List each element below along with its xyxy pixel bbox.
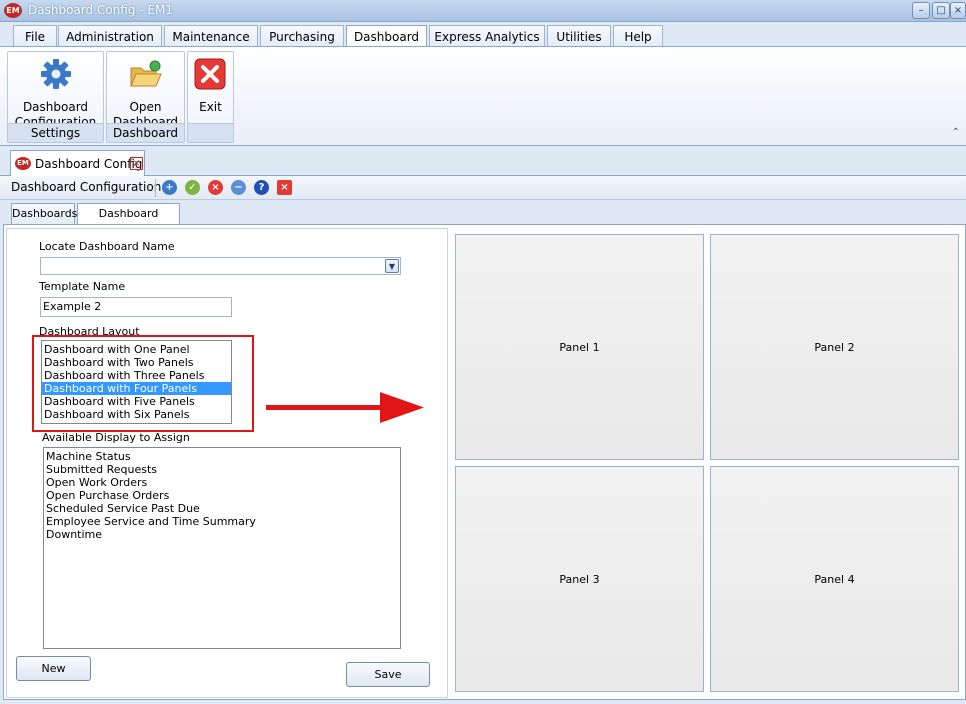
template-name-label: Template Name xyxy=(39,280,126,293)
tab-maintenance[interactable]: Maintenance xyxy=(164,25,258,47)
exit-label: Exit xyxy=(199,100,222,114)
available-display-label: Available Display to Assign xyxy=(42,431,190,444)
ribbon-group-dashboard: Open Dashboard Dashboard xyxy=(106,51,185,143)
ribbon-group-label xyxy=(188,123,233,142)
cancel-icon[interactable]: × xyxy=(208,180,223,195)
panel-label: Panel 4 xyxy=(814,572,855,586)
available-item[interactable]: Submitted Requests xyxy=(44,463,400,476)
tab-file[interactable]: File xyxy=(13,25,57,47)
annotation-highlight-box xyxy=(32,335,254,432)
ribbon-group-settings: Dashboard Configuration Settings xyxy=(7,51,104,143)
new-button[interactable]: New xyxy=(16,656,91,681)
available-item[interactable]: Open Purchase Orders xyxy=(44,489,400,502)
annotation-arrow-icon xyxy=(266,392,424,423)
toolbar: Dashboard Configuration: + ✓ × − ? × xyxy=(0,176,966,200)
dashboard-configuration-button[interactable]: Dashboard Configuration xyxy=(8,54,103,129)
app-logo-icon: EM xyxy=(4,3,22,18)
ribbon: Dashboard Configuration Settings Open Da… xyxy=(0,46,966,146)
preview-panel-2[interactable]: Panel 2 xyxy=(710,234,959,460)
exit-x-icon xyxy=(194,58,226,90)
tab-express-analytics[interactable]: Express Analytics xyxy=(429,25,545,47)
open-dashboard-button[interactable]: Open Dashboard xyxy=(107,54,184,129)
locate-dashboard-label: Locate Dashboard Name xyxy=(39,240,175,253)
tab-purchasing[interactable]: Purchasing xyxy=(260,25,344,47)
ribbon-group-exit: Exit xyxy=(187,51,234,143)
locate-dashboard-combobox[interactable]: ▼ xyxy=(40,257,401,275)
tab-help[interactable]: Help xyxy=(613,25,663,47)
help-icon[interactable]: ? xyxy=(254,180,269,195)
add-icon[interactable]: + xyxy=(162,180,177,195)
panel-label: Panel 2 xyxy=(814,340,855,354)
open-dashboard-line1: Open xyxy=(129,100,162,114)
close-tab-icon[interactable]: × xyxy=(130,157,143,170)
exit-button[interactable]: Exit xyxy=(188,54,233,124)
ribbon-group-label: Settings xyxy=(8,123,103,142)
open-folder-icon xyxy=(130,60,162,87)
tab-dashboard[interactable]: Dashboard xyxy=(346,25,427,48)
ribbon-group-label: Dashboard xyxy=(107,123,184,142)
minimize-icon[interactable]: – xyxy=(912,2,930,19)
available-item[interactable]: Machine Status xyxy=(44,450,400,463)
panel-label: Panel 3 xyxy=(559,572,600,586)
preview-panel-1[interactable]: Panel 1 xyxy=(455,234,704,460)
template-name-input[interactable]: Example 2 xyxy=(40,297,232,317)
toolbar-label: Dashboard Configuration: xyxy=(11,180,166,194)
tab-dashboards[interactable]: Dashboards xyxy=(11,203,77,224)
menu-bar: File Administration Maintenance Purchasi… xyxy=(0,22,966,48)
tab-utilities[interactable]: Utilities xyxy=(547,25,611,47)
maximize-icon[interactable]: □ xyxy=(932,2,950,19)
app-logo-icon: EM xyxy=(15,157,31,170)
preview-panel-3[interactable]: Panel 3 xyxy=(455,466,704,692)
document-tabs: EM Dashboard Config × xyxy=(0,147,966,176)
available-item[interactable]: Scheduled Service Past Due xyxy=(44,502,400,515)
dashboard-configuration-line1: Dashboard xyxy=(22,100,89,114)
tab-dashboard-settings[interactable]: Dashboard Settings xyxy=(77,203,180,240)
panel-label: Panel 1 xyxy=(559,340,600,354)
preview-panel-4[interactable]: Panel 4 xyxy=(710,466,959,692)
available-item[interactable]: Downtime xyxy=(44,528,400,541)
window-title: Dashboard Config - EM1 xyxy=(28,3,173,17)
title-bar: EM Dashboard Config - EM1 – □ × xyxy=(0,0,966,22)
close-icon[interactable]: × xyxy=(950,2,966,19)
ribbon-collapse-icon[interactable]: ⌃ xyxy=(952,127,960,138)
tab-administration[interactable]: Administration xyxy=(58,25,162,47)
chevron-down-icon[interactable]: ▼ xyxy=(385,259,399,273)
close-icon[interactable]: × xyxy=(277,180,292,195)
available-display-list[interactable]: Machine Status Submitted Requests Open W… xyxy=(43,447,401,649)
save-button[interactable]: Save xyxy=(346,662,430,687)
gear-icon xyxy=(41,59,71,89)
toolbar-divider xyxy=(155,179,156,197)
doc-tab-dashboard-config[interactable]: EM Dashboard Config × xyxy=(10,150,145,176)
available-item[interactable]: Employee Service and Time Summary xyxy=(44,515,400,528)
remove-icon[interactable]: − xyxy=(231,180,246,195)
check-icon[interactable]: ✓ xyxy=(185,180,200,195)
doc-tab-label: Dashboard Config xyxy=(35,157,143,171)
available-item[interactable]: Open Work Orders xyxy=(44,476,400,489)
